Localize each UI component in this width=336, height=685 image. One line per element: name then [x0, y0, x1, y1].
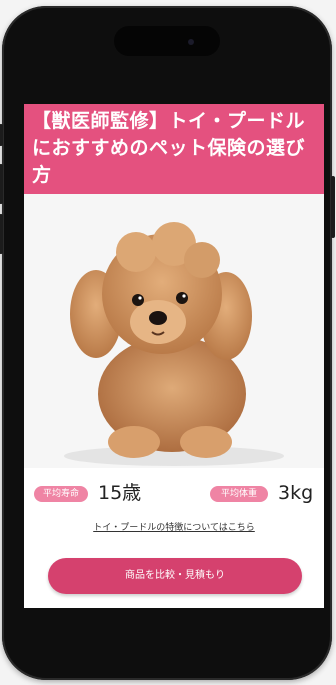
silent-switch — [0, 124, 3, 146]
weight-badge: 平均体重 — [210, 486, 268, 502]
volume-up-button — [0, 164, 3, 204]
dynamic-island — [114, 26, 220, 56]
power-button — [331, 176, 335, 238]
phone-screen: 【獣医師監修】トイ・プードルにおすすめのペット保険の選び方 平均寿命 15歳 平… — [24, 104, 324, 608]
article-header: 【獣医師監修】トイ・プードルにおすすめのペット保険の選び方 — [24, 104, 324, 194]
weight-value: 3kg — [278, 482, 314, 504]
lifespan-badge: 平均寿命 — [34, 486, 88, 502]
camera-lens — [188, 39, 194, 45]
toy-poodle-photo — [24, 194, 324, 468]
breed-stats: 平均寿命 15歳 平均体重 3kg — [24, 476, 324, 508]
phone-frame: 【獣医師監修】トイ・プードルにおすすめのペット保険の選び方 平均寿命 15歳 平… — [0, 6, 335, 680]
lifespan-value: 15歳 — [98, 482, 142, 504]
compare-quote-button[interactable]: 商品を比較・見積もり — [48, 558, 302, 594]
article-title: 【獣医師監修】トイ・プードルにおすすめのペット保険の選び方 — [32, 110, 306, 186]
volume-down-button — [0, 214, 3, 254]
breed-info-link[interactable]: トイ・プードルの特徴についてはこちら — [24, 520, 324, 533]
poodle-illustration — [64, 222, 284, 466]
